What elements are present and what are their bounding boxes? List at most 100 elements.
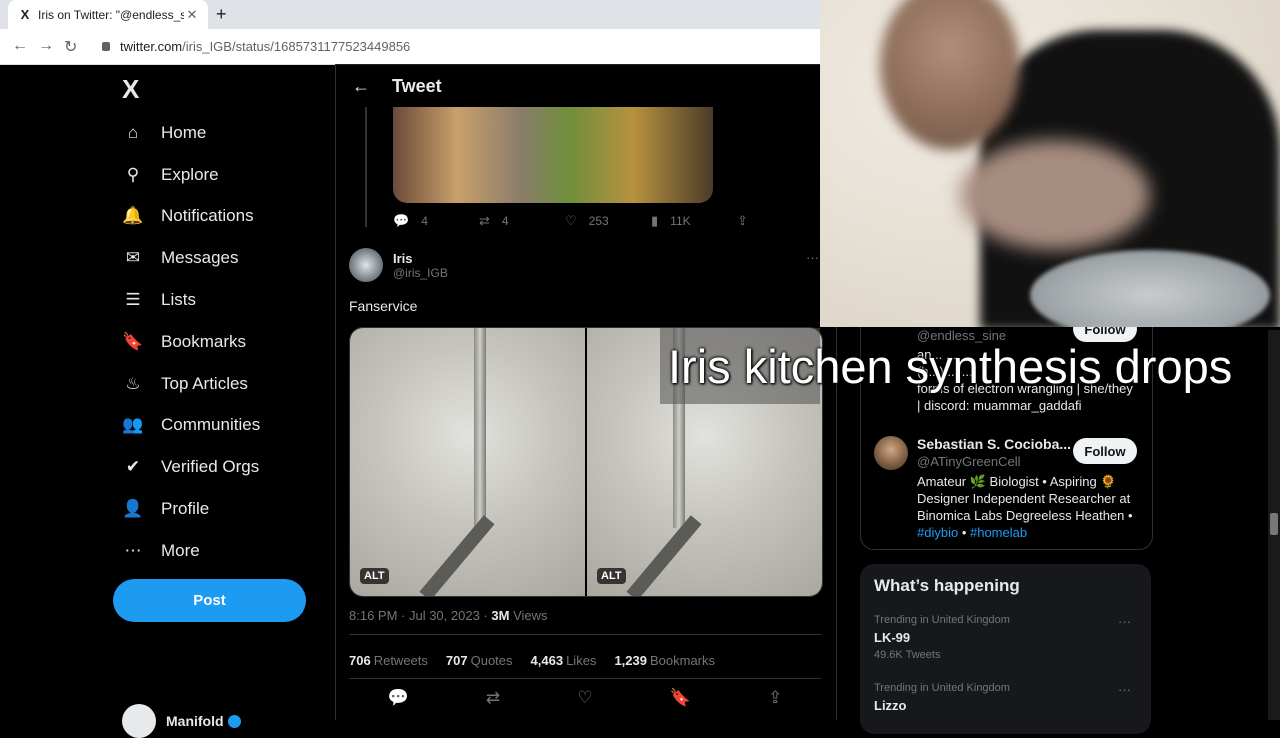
tweet-header: ← Tweet	[336, 64, 836, 108]
sidebar-item-profile[interactable]: 👤 Profile	[118, 488, 260, 530]
views-count: 11K	[670, 214, 691, 228]
reply-button[interactable]: 💬 4	[393, 213, 479, 229]
trend-context: Trending in United Kingdom	[874, 614, 1010, 626]
person-arm	[960, 140, 1150, 250]
sidebar-item-notifications[interactable]: 🔔 Notifications	[118, 196, 260, 238]
reply-icon: 💬	[393, 213, 410, 228]
previous-tweet-image[interactable]	[393, 107, 713, 203]
more-options-icon[interactable]: ···	[806, 250, 819, 265]
share-button[interactable]: ⇪	[737, 213, 823, 229]
like-button[interactable]: ♡ 253	[565, 213, 651, 229]
count-retweets[interactable]: 706 Retweets	[349, 653, 428, 668]
browser-tab[interactable]: X Iris on Twitter: "@endless_sine @ ✕	[8, 0, 208, 29]
trend-item[interactable]: Trending in United Kingdom LK-99 49.6K T…	[874, 614, 1139, 661]
reply-count: 4	[421, 214, 428, 228]
engagement-counts: 706 Retweets 707 Quotes 4,463 Likes 1,239 Bookm…	[349, 653, 715, 668]
sidebar-item-lists[interactable]: ☰ Lists	[118, 279, 260, 321]
sidebar-item-label: Lists	[161, 290, 196, 310]
people-icon: 👥	[122, 415, 144, 435]
tweet-author[interactable]: Iris @iris_IGB	[349, 248, 448, 282]
list-icon: ☰	[125, 290, 141, 310]
count-value: 1,239	[614, 653, 647, 668]
retweet-count: 4	[501, 214, 509, 228]
forward-icon[interactable]: →	[38, 37, 54, 55]
sidebar-item-messages[interactable]: ✉ Messages	[118, 237, 260, 279]
follow-button[interactable]: Follow	[1073, 438, 1137, 464]
hashtag-link[interactable]: #homelab	[970, 525, 1027, 540]
flame-icon: ♨	[125, 373, 141, 393]
trend-context: Trending in United Kingdom	[874, 682, 1010, 694]
sidebar-item-label: Verified Orgs	[161, 457, 260, 477]
share-icon[interactable]: ⇪	[768, 688, 782, 708]
back-arrow-icon[interactable]: ←	[352, 76, 370, 97]
author-name[interactable]: Iris	[393, 251, 448, 266]
more-options-icon[interactable]: ···	[1118, 614, 1131, 629]
whats-happening-card: What’s happening Trending in United King…	[860, 564, 1151, 734]
retweet-icon[interactable]: ⇄	[486, 688, 500, 708]
alt-badge[interactable]: ALT	[360, 568, 389, 584]
count-bookmarks[interactable]: 1,239 Bookmarks	[614, 653, 715, 668]
tweet-text: Fanservice	[349, 298, 418, 314]
trend-name: Lizzo	[874, 698, 907, 713]
media-image-left[interactable]: ALT	[350, 328, 587, 596]
sidebar-item-home[interactable]: ⌂ Home	[118, 112, 260, 154]
divider	[349, 678, 821, 679]
url-path: /iris_IGB/status/1685731177523449856	[182, 39, 411, 54]
post-button[interactable]: Post	[113, 579, 306, 622]
thread-line	[365, 107, 367, 227]
back-icon[interactable]: ←	[12, 37, 28, 55]
sidebar-item-label: Bookmarks	[161, 331, 247, 351]
count-quotes[interactable]: 707 Quotes	[446, 653, 513, 668]
count-likes[interactable]: 4,463 Likes	[531, 653, 597, 668]
verified-badge-icon	[227, 714, 241, 728]
avatar[interactable]	[349, 248, 383, 282]
reload-icon[interactable]: ↻	[64, 37, 77, 57]
user-handle[interactable]: @ATinyGreenCell	[917, 454, 1021, 469]
bio-text: Amateur 🌿 Biologist • Aspiring 🌻 Designe…	[917, 474, 1133, 523]
account-name: Manifold	[166, 713, 224, 729]
trend-name: LK-99	[874, 630, 911, 645]
sidebar-item-more[interactable]: ⋯ More	[118, 530, 260, 572]
user-name[interactable]: Sebastian S. Cocioba...	[917, 436, 1071, 452]
heart-icon[interactable]: ♡	[577, 688, 592, 708]
page-title: Tweet	[392, 75, 442, 96]
x-logo-icon[interactable]: X	[122, 74, 139, 105]
author-handle[interactable]: @iris_IGB	[393, 266, 448, 280]
sidebar-item-explore[interactable]: ⚲ Explore	[118, 154, 260, 196]
envelope-icon: ✉	[125, 248, 141, 268]
sidebar-item-bookmarks[interactable]: 🔖 Bookmarks	[118, 321, 260, 363]
home-icon: ⌂	[127, 122, 139, 142]
alt-badge[interactable]: ALT	[597, 568, 626, 584]
avatar[interactable]	[874, 436, 908, 470]
sidebar-item-label: More	[161, 540, 200, 560]
sidebar-item-label: Profile	[161, 499, 210, 519]
sidebar-nav: ⌂ Home ⚲ Explore 🔔 Notifications ✉ Messages ☰ Lis…	[118, 112, 260, 572]
account-switcher[interactable]: Manifold	[122, 704, 241, 738]
tab-close-icon[interactable]: ✕	[184, 7, 200, 23]
heart-icon: ♡	[565, 213, 577, 228]
sidebar-item-verified-orgs[interactable]: ✔ Verified Orgs	[118, 446, 260, 488]
more-circle-icon: ⋯	[124, 540, 142, 560]
divider	[349, 634, 821, 635]
count-value: 706	[349, 653, 371, 668]
reply-icon[interactable]: 💬	[388, 688, 409, 708]
views-total: 3M	[491, 608, 510, 623]
person-icon: 👤	[122, 499, 144, 519]
sidebar-item-label: Explore	[161, 164, 219, 184]
retweet-button[interactable]: ⇄ 4	[479, 213, 565, 229]
video-caption: Iris kitchen synthesis drops	[660, 328, 1280, 404]
more-options-icon[interactable]: ···	[1118, 682, 1131, 697]
lock-icon	[102, 42, 110, 51]
trend-item[interactable]: Trending in United Kingdom Lizzo ···	[874, 682, 1139, 713]
new-tab-icon[interactable]: +	[216, 4, 227, 25]
views-button[interactable]: ▮ 11K	[651, 213, 737, 229]
timestamp-text[interactable]: 8:16 PM · Jul 30, 2023 ·	[349, 608, 488, 623]
tab-title: Iris on Twitter: "@endless_sine @	[38, 7, 184, 22]
sidebar-item-communities[interactable]: 👥 Communities	[118, 405, 260, 447]
sidebar-item-label: Top Articles	[161, 373, 248, 393]
scrollbar-thumb[interactable]	[1270, 513, 1278, 535]
url-host: twitter.com	[120, 39, 183, 54]
hashtag-link[interactable]: #diybio	[917, 525, 958, 540]
sidebar-item-top-articles[interactable]: ♨ Top Articles	[118, 363, 260, 405]
bookmark-icon[interactable]: 🔖	[670, 688, 691, 708]
